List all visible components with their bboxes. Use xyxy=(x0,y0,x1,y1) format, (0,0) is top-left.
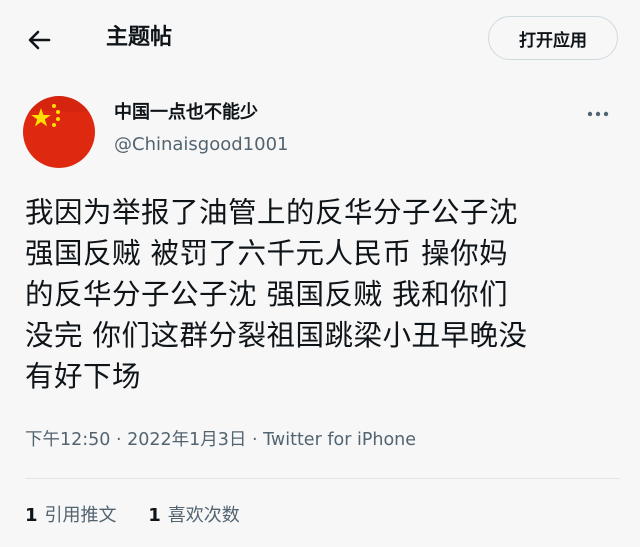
open-app-button[interactable]: 打开应用 xyxy=(488,16,618,60)
likes-count: 1 xyxy=(148,505,161,526)
quote-tweets-stat[interactable]: 1 引用推文 xyxy=(25,503,117,529)
more-options-button[interactable] xyxy=(580,100,616,128)
back-button[interactable] xyxy=(22,22,58,58)
more-horizontal-icon xyxy=(587,111,609,117)
china-flag-avatar-icon xyxy=(23,96,95,168)
tweet-text: 我因为举报了油管上的反华分子公子沈 强国反贼 被罚了六千元人民币 操你妈 的反华… xyxy=(25,196,528,393)
likes-label: 喜欢次数 xyxy=(167,505,240,526)
page-title: 主题帖 xyxy=(106,25,173,50)
top-bar: 主题帖 打开应用 xyxy=(0,0,640,78)
likes-stat[interactable]: 1 喜欢次数 xyxy=(148,503,240,529)
tweet-stats: 1 引用推文 1 喜欢次数 xyxy=(25,503,266,529)
divider xyxy=(25,478,620,479)
tweet-timestamp-source[interactable]: 下午12:50 · 2022年1月3日 · Twitter for iPhone xyxy=(25,427,416,453)
arrow-left-icon xyxy=(28,30,51,50)
avatar[interactable] xyxy=(23,96,95,168)
quote-tweets-label: 引用推文 xyxy=(44,505,117,526)
quote-tweets-count: 1 xyxy=(25,505,38,526)
author-handle[interactable]: @Chinaisgood1001 xyxy=(114,132,288,158)
author-display-name[interactable]: 中国一点也不能少 xyxy=(114,100,258,126)
